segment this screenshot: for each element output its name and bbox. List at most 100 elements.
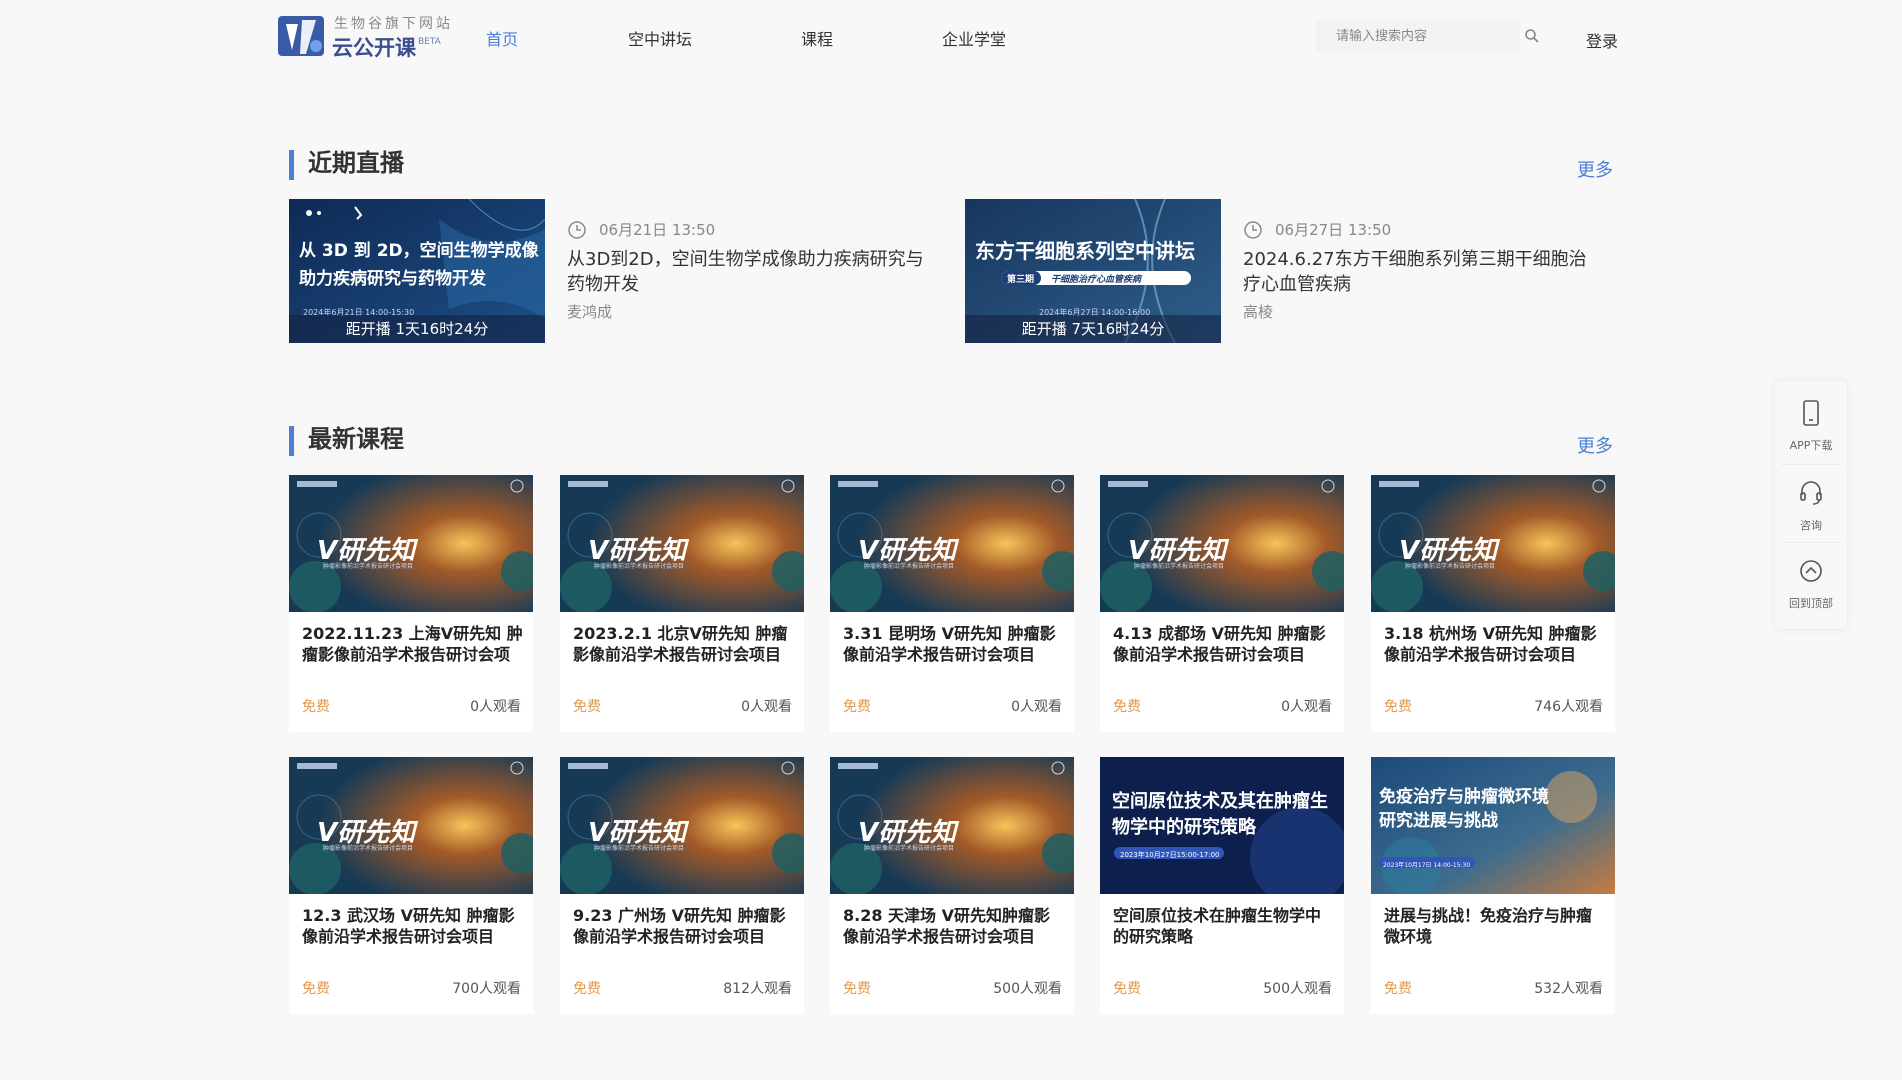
back-to-top-label: 回到顶部 <box>1789 597 1833 610</box>
course-price: 免费 <box>573 699 601 715</box>
course-title: 12.3 武汉场 V研先知 肿瘤影像前沿学术报告研讨会项目 <box>302 906 515 946</box>
course-thumb-subtitle: 肿瘤影像前沿学术报告研讨会项目 <box>1134 563 1225 570</box>
course-thumbnail: V研先知 肿瘤影像前沿学术报告研讨会项目 <box>289 757 533 894</box>
course-thumb-subtitle: 肿瘤影像前沿学术报告研讨会项目 <box>323 563 414 570</box>
course-views: 812人观看 <box>723 981 792 997</box>
course-price: 免费 <box>1384 981 1412 997</box>
course-views: 0人观看 <box>1281 699 1332 715</box>
live-name[interactable]: 从3D到2D，空间生物学成像助力疾病研究与药物开发 <box>567 247 927 297</box>
course-card[interactable]: 免疫治疗与肿瘤微环境研究进展与挑战 2023年10月17日 14:00-15:3… <box>1371 757 1615 1014</box>
live-thumb-title: 从 3D 到 2D，空间生物学成像助力疾病研究与药物开发 <box>299 241 539 289</box>
course-thumbnail: V研先知 肿瘤影像前沿学术报告研讨会项目 <box>1100 475 1344 612</box>
live-countdown: 距开播 1天16时24分 <box>289 315 545 343</box>
live-info: 06月27日 13:50 2024.6.27东方干细胞系列第三期干细胞治疗心血管… <box>1243 219 1603 322</box>
site-logo[interactable]: 生物谷旗下网站 云公开课 BETA <box>276 10 450 62</box>
course-card[interactable]: V研先知 肿瘤影像前沿学术报告研讨会项目 2022.11.23 上海V研先知 肿… <box>289 475 533 732</box>
live-thumb-title: 东方干细胞系列空中讲坛 <box>975 239 1195 263</box>
nav-enterprise[interactable]: 企业学堂 <box>942 26 1006 50</box>
course-price: 免费 <box>302 699 330 715</box>
course-thumbnail: V研先知 肿瘤影像前沿学术报告研讨会项目 <box>830 475 1074 612</box>
course-card[interactable]: V研先知 肿瘤影像前沿学术报告研讨会项目 2023.2.1 北京V研先知 肿瘤影… <box>560 475 804 732</box>
live-name[interactable]: 2024.6.27东方干细胞系列第三期干细胞治疗心血管疾病 <box>1243 247 1603 297</box>
course-card[interactable]: V研先知 肿瘤影像前沿学术报告研讨会项目 3.18 杭州场 V研先知 肿瘤影像前… <box>1371 475 1615 732</box>
course-views: 746人观看 <box>1534 699 1603 715</box>
course-thumb-subtitle: 肿瘤影像前沿学术报告研讨会项目 <box>594 563 685 570</box>
course-views: 532人观看 <box>1534 981 1603 997</box>
live-countdown: 距开播 7天16时24分 <box>965 315 1221 343</box>
course-price: 免费 <box>573 981 601 997</box>
headset-icon <box>1800 481 1822 505</box>
live-speaker: 高棱 <box>1243 303 1274 321</box>
course-price: 免费 <box>843 981 871 997</box>
course-thumbnail: V研先知 肿瘤影像前沿学术报告研讨会项目 <box>560 757 804 894</box>
course-price: 免费 <box>1384 699 1412 715</box>
course-views: 0人观看 <box>741 699 792 715</box>
course-title: 2022.11.23 上海V研先知 肿瘤影像前沿学术报告研讨会项目 <box>302 624 523 664</box>
live-thumbnail[interactable]: 从 3D 到 2D，空间生物学成像助力疾病研究与药物开发 2024年6月21日 … <box>289 199 545 343</box>
course-thumb-date: 2023年10月27日15:00-17:00 <box>1120 851 1220 859</box>
clock-icon <box>568 221 586 239</box>
course-card[interactable]: V研先知 肿瘤影像前沿学术报告研讨会项目 3.31 昆明场 V研先知 肿瘤影像前… <box>830 475 1074 732</box>
arrow-up-circle-icon <box>1800 560 1822 582</box>
sidebar-divider <box>1781 464 1841 465</box>
live-thumb-issue: 第三期 <box>1007 275 1035 285</box>
course-card[interactable]: 空间原位技术及其在肿瘤生物学中的研究策略 2023年10月27日15:00-17… <box>1100 757 1344 1014</box>
course-title: 进展与挑战！免疫治疗与肿瘤微环境 <box>1384 906 1593 946</box>
course-price: 免费 <box>843 699 871 715</box>
course-card[interactable]: V研先知 肿瘤影像前沿学术报告研讨会项目 12.3 武汉场 V研先知 肿瘤影像前… <box>289 757 533 1014</box>
course-views: 500人观看 <box>1263 981 1332 997</box>
course-thumb-subtitle: 肿瘤影像前沿学术报告研讨会项目 <box>864 845 955 852</box>
consult-label: 咨询 <box>1800 519 1822 532</box>
course-thumbnail: V研先知 肿瘤影像前沿学术报告研讨会项目 <box>289 475 533 612</box>
live-time: 06月27日 13:50 <box>1243 219 1603 241</box>
live-time-text: 06月27日 13:50 <box>1275 221 1392 239</box>
consult-button[interactable]: 咨询 <box>1775 467 1847 541</box>
phone-icon <box>1803 400 1819 426</box>
live-thumb-topic: 干细胞治疗心血管疾病 <box>1051 275 1142 285</box>
course-card[interactable]: V研先知 肿瘤影像前沿学术报告研讨会项目 9.23 广州场 V研先知 肿瘤影像前… <box>560 757 804 1014</box>
live-speaker: 麦鸿成 <box>567 303 613 321</box>
courses-more-link[interactable]: 更多 <box>1577 432 1613 458</box>
search-box <box>1316 20 1520 52</box>
course-thumb-date: 2023年10月17日 14:00-15:30 <box>1383 862 1471 869</box>
course-thumbnail: 免疫治疗与肿瘤微环境研究进展与挑战 2023年10月17日 14:00-15:3… <box>1371 757 1615 894</box>
live-info: 06月21日 13:50 从3D到2D，空间生物学成像助力疾病研究与药物开发 麦… <box>567 219 927 322</box>
course-thumb-subtitle: 肿瘤影像前沿学术报告研讨会项目 <box>1405 563 1496 570</box>
course-thumbnail: 空间原位技术及其在肿瘤生物学中的研究策略 2023年10月27日15:00-17… <box>1100 757 1344 894</box>
course-title: 8.28 天津场 V研先知肿瘤影像前沿学术报告研讨会项目 <box>843 906 1051 946</box>
search-icon[interactable] <box>1524 28 1540 44</box>
course-thumb-subtitle: 肿瘤影像前沿学术报告研讨会项目 <box>594 845 685 852</box>
logo-name: 云公开课 <box>332 36 416 60</box>
course-thumb-title: 空间原位技术及其在肿瘤生物学中的研究策略 <box>1112 791 1328 838</box>
course-price: 免费 <box>1113 981 1141 997</box>
sidebar-divider <box>1781 542 1841 543</box>
course-card[interactable]: V研先知 肿瘤影像前沿学术报告研讨会项目 4.13 成都场 V研先知 肿瘤影像前… <box>1100 475 1344 732</box>
course-thumb-title: 免疫治疗与肿瘤微环境研究进展与挑战 <box>1379 787 1549 831</box>
course-card[interactable]: V研先知 肿瘤影像前沿学术报告研讨会项目 8.28 天津场 V研先知肿瘤影像前沿… <box>830 757 1074 1014</box>
back-to-top-button[interactable]: 回到顶部 <box>1775 545 1847 619</box>
floating-sidebar: APP下载 咨询 回到顶部 <box>1775 381 1847 629</box>
nav-home[interactable]: 首页 <box>486 26 518 50</box>
course-price: 免费 <box>302 981 330 997</box>
live-thumbnail[interactable]: 东方干细胞系列空中讲坛 第三期 干细胞治疗心血管疾病 2024年6月27日 14… <box>965 199 1221 343</box>
search-input[interactable] <box>1316 20 1486 52</box>
app-download-button[interactable]: APP下载 <box>1775 387 1847 461</box>
clock-icon <box>1244 221 1262 239</box>
login-link[interactable]: 登录 <box>1586 28 1618 52</box>
course-views: 700人观看 <box>452 981 521 997</box>
course-title: 9.23 广州场 V研先知 肿瘤影像前沿学术报告研讨会项目 <box>573 906 786 946</box>
course-views: 500人观看 <box>993 981 1062 997</box>
live-more-link[interactable]: 更多 <box>1577 156 1613 182</box>
course-thumbnail: V研先知 肿瘤影像前沿学术报告研讨会项目 <box>560 475 804 612</box>
nav-courses[interactable]: 课程 <box>801 26 833 50</box>
course-thumb-subtitle: 肿瘤影像前沿学术报告研讨会项目 <box>864 563 955 570</box>
logo-slogan: 生物谷旗下网站 <box>334 16 453 32</box>
course-title: 空间原位技术在肿瘤生物学中的研究策略 <box>1113 906 1322 946</box>
course-thumbnail: V研先知 肿瘤影像前沿学术报告研讨会项目 <box>830 757 1074 894</box>
course-title: 2023.2.1 北京V研先知 肿瘤影像前沿学术报告研讨会项目 <box>573 624 788 664</box>
live-time: 06月21日 13:50 <box>567 219 927 241</box>
section-title-courses: 最新课程 <box>289 426 404 456</box>
section-title-live: 近期直播 <box>289 150 404 180</box>
app-download-label: APP下载 <box>1789 439 1833 452</box>
nav-air-forum[interactable]: 空中讲坛 <box>628 26 692 50</box>
